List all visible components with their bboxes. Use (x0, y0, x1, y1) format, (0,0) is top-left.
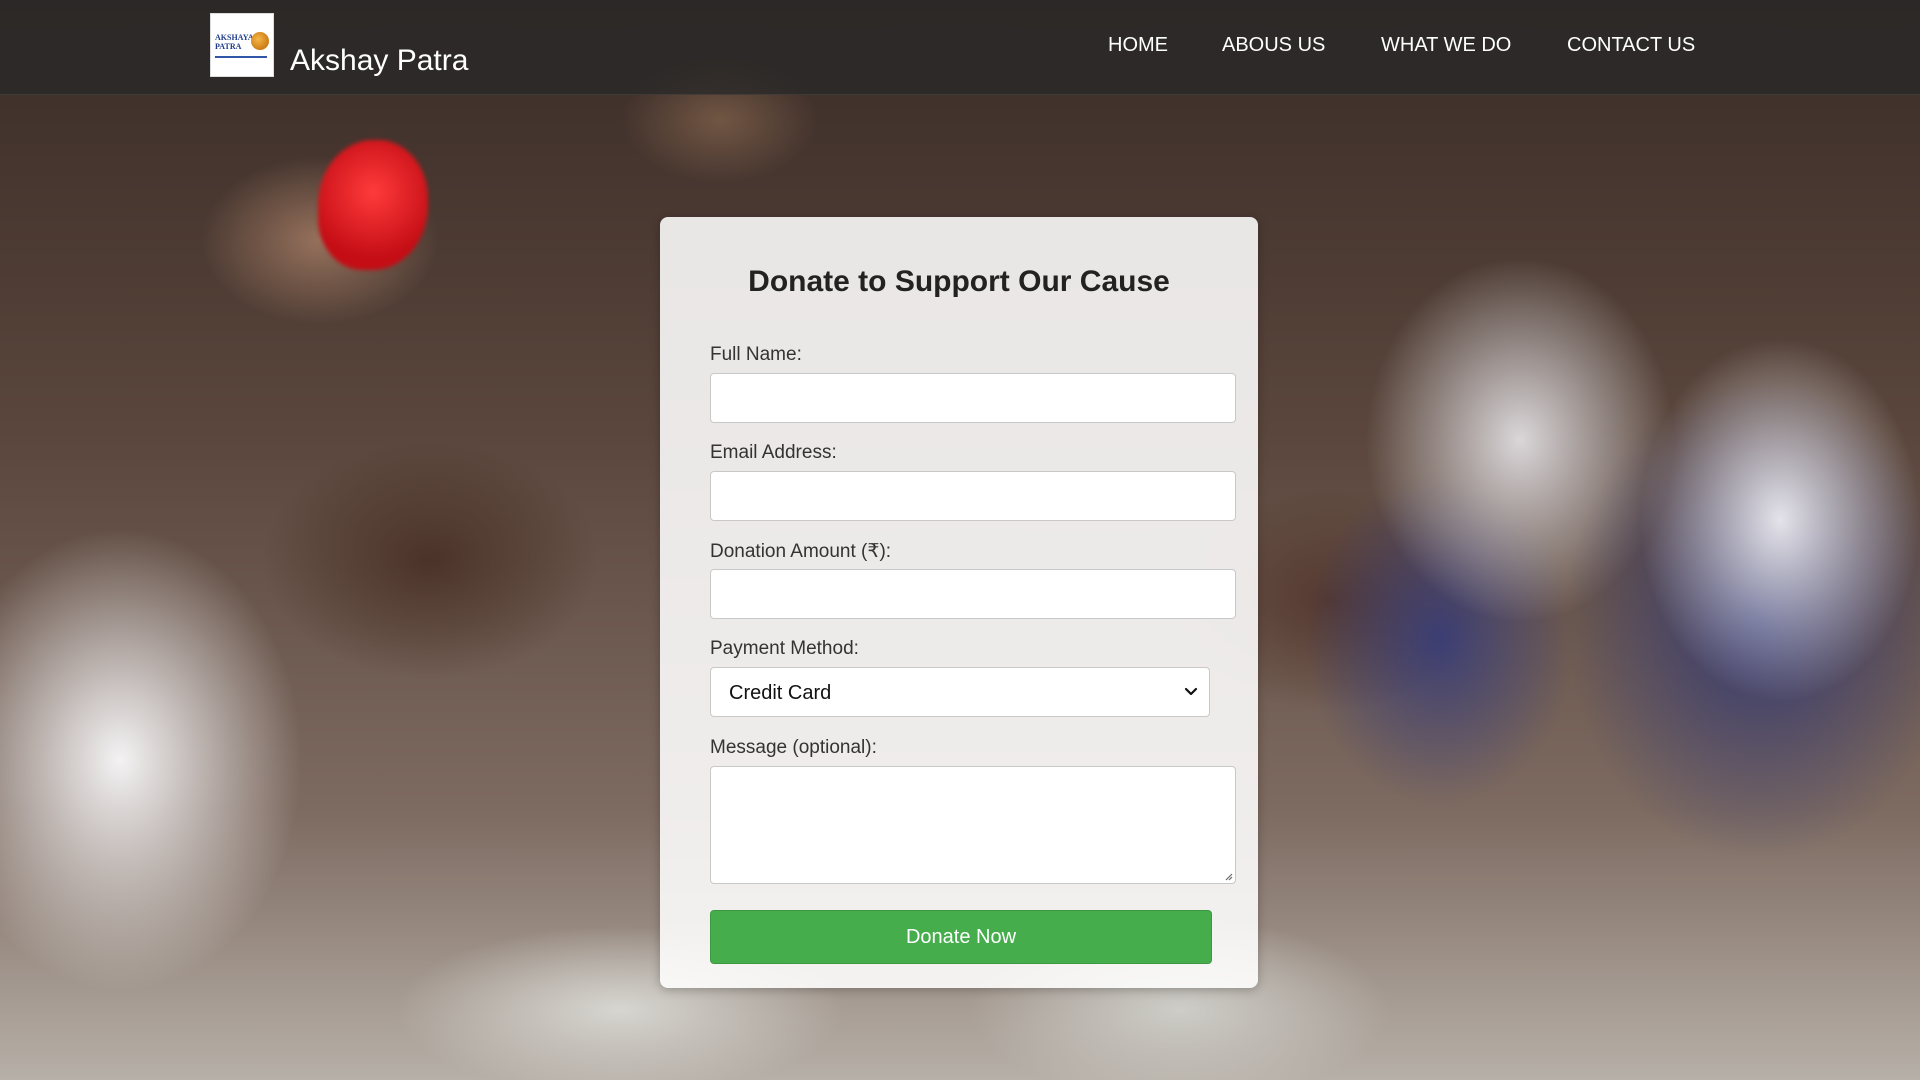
nav-what-we-do[interactable]: WHAT WE DO (1381, 34, 1511, 57)
payment-method-select[interactable]: Credit Card (710, 667, 1210, 717)
logo-pot-icon (251, 32, 269, 50)
payment-method-value: Credit Card (729, 682, 832, 704)
donation-amount-input[interactable] (710, 569, 1236, 619)
navbar: AKSHAYA PATRA Akshay Patra HOME ABOUS US… (0, 0, 1920, 95)
payment-method-label: Payment Method: (710, 638, 859, 659)
email-label: Email Address: (710, 442, 837, 463)
nav-contact-us[interactable]: CONTACT US (1567, 34, 1695, 57)
nav-about-us[interactable]: ABOUS US (1222, 34, 1325, 57)
full-name-label: Full Name: (710, 344, 802, 365)
nav-home[interactable]: HOME (1108, 34, 1168, 57)
hair-bow (318, 140, 428, 270)
full-name-input[interactable] (710, 373, 1236, 423)
donation-amount-label: Donation Amount (₹): (710, 541, 892, 562)
logo-text: AKSHAYA PATRA (215, 33, 254, 51)
chevron-down-icon (1184, 687, 1198, 696)
logo-tagline-bar (215, 56, 267, 58)
email-input[interactable] (710, 471, 1236, 521)
donate-now-button[interactable]: Donate Now (710, 910, 1212, 964)
brand-name[interactable]: Akshay Patra (290, 44, 468, 78)
message-textarea[interactable] (710, 766, 1236, 884)
form-title: Donate to Support Our Cause (748, 265, 1170, 298)
logo[interactable]: AKSHAYA PATRA (210, 13, 274, 77)
message-label: Message (optional): (710, 737, 877, 758)
resize-handle-icon[interactable] (1223, 871, 1233, 881)
